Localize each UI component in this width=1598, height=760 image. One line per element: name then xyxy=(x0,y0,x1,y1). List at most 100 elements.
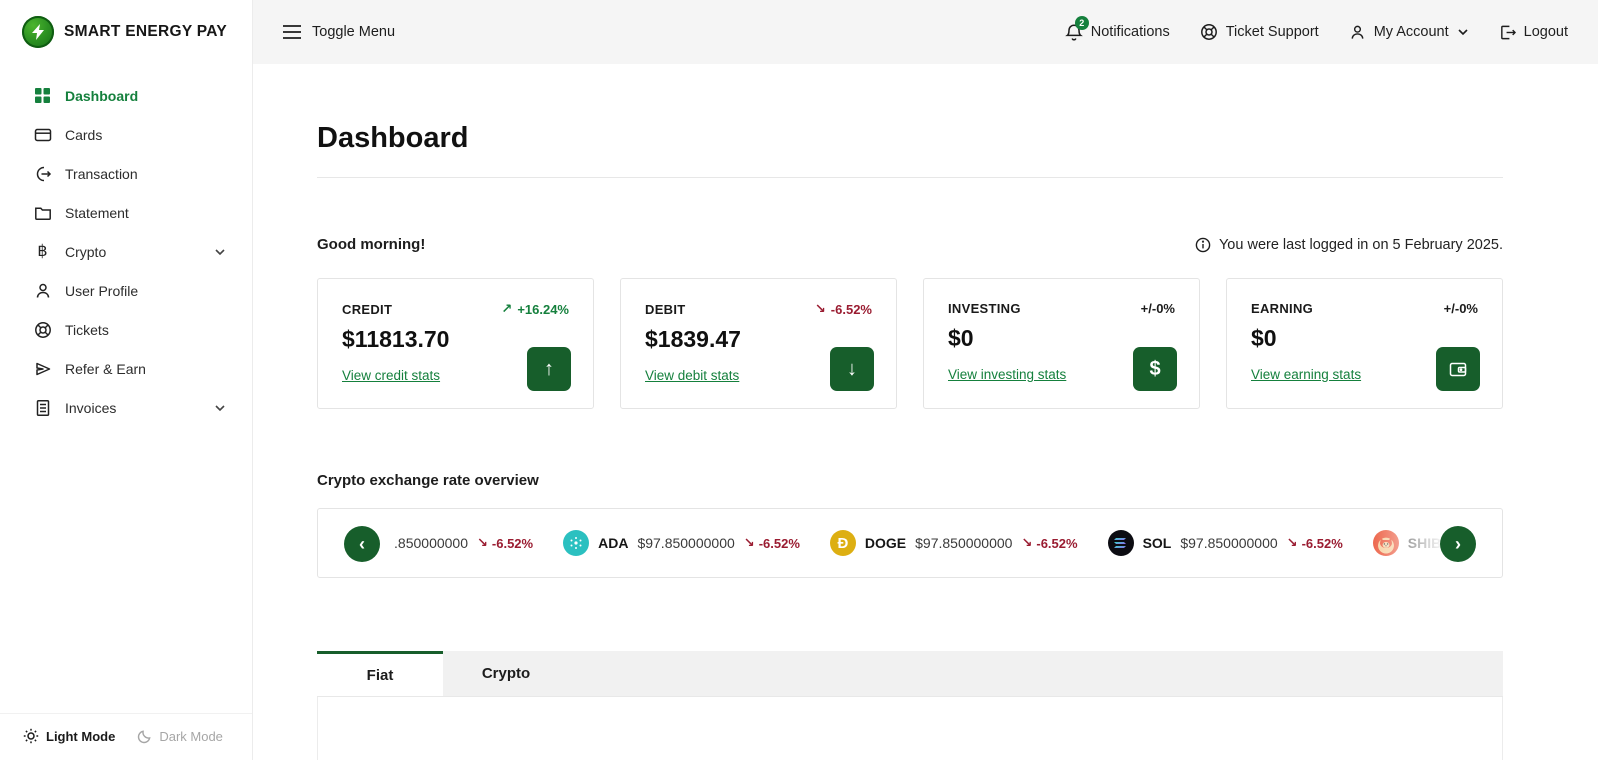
logout-label: Logout xyxy=(1523,24,1568,40)
crypto-ticker-item-ada: ADA $97.850000000 ↘ -6.52% xyxy=(563,530,800,556)
view-credit-stats-link[interactable]: View credit stats xyxy=(342,368,440,383)
debit-action-button[interactable]: ↓ xyxy=(830,347,874,391)
shib-coin-icon xyxy=(1372,530,1399,556)
theme-toggle: Light Mode Dark Mode xyxy=(0,713,252,760)
toggle-menu-button[interactable]: Toggle Menu xyxy=(283,24,395,40)
stat-card-earning: EARNING +/-0% $0 View earning stats xyxy=(1226,278,1503,409)
fiat-tab-panel: USD Account: $10145.83 + Add money Excha… xyxy=(317,697,1503,760)
sidebar-item-dashboard[interactable]: Dashboard xyxy=(0,76,252,115)
crypto-ticker-item-doge: Ɖ DOGE $97.850000000 ↘ -6.52% xyxy=(829,530,1078,556)
last-login-info: You were last logged in on 5 February 20… xyxy=(1195,237,1503,253)
bitcoin-icon: ฿ xyxy=(37,242,48,260)
page-title: Dashboard xyxy=(317,122,469,154)
sidebar: SMART ENERGY PAY Dashboard Cards Transac… xyxy=(0,0,253,760)
stat-label: CREDIT xyxy=(342,301,393,317)
carousel-prev-button[interactable]: ‹ xyxy=(344,526,380,562)
stat-card-credit: CREDIT ↗ +16.24% $11813.70 View credit st… xyxy=(317,278,594,409)
light-mode-toggle[interactable]: Light Mode xyxy=(23,728,115,744)
sun-icon xyxy=(23,728,39,744)
trend-up-icon: ↗ xyxy=(501,301,513,316)
carousel-next-button[interactable]: › xyxy=(1440,526,1476,562)
chevron-down-icon xyxy=(1457,26,1469,38)
trend-down-icon: ↘ xyxy=(743,535,755,550)
invoice-icon xyxy=(33,398,52,417)
folder-icon xyxy=(33,203,52,222)
info-icon xyxy=(1195,237,1211,253)
view-investing-stats-link[interactable]: View investing stats xyxy=(948,367,1066,382)
life-ring-icon xyxy=(33,320,52,339)
doge-coin-icon: Ɖ xyxy=(829,530,856,556)
investing-action-button[interactable]: $ xyxy=(1133,347,1177,391)
ticker-symbol: SHIB xyxy=(1407,535,1442,551)
sidebar-item-label: User Profile xyxy=(65,282,139,299)
light-mode-label: Light Mode xyxy=(46,728,116,744)
earning-action-button[interactable] xyxy=(1436,347,1480,391)
greeting-text: Good morning! xyxy=(317,236,426,253)
ticker-symbol: ADA xyxy=(598,535,629,551)
trend-indicator: +/-0% xyxy=(1443,301,1478,316)
sidebar-item-label: Cards xyxy=(65,126,103,143)
crypto-ticker-item: $97.850000000 ↘-6.52% xyxy=(394,535,533,551)
crypto-carousel: ‹ $97.850000000 ↘-6.52% ADA $97.85000000… xyxy=(317,508,1503,578)
transaction-icon xyxy=(33,164,52,183)
logout-icon xyxy=(1499,24,1516,41)
stat-label: EARNING xyxy=(1251,301,1314,316)
chevron-down-icon xyxy=(214,246,226,258)
notification-badge: 2 xyxy=(1074,15,1089,30)
logout-button[interactable]: Logout xyxy=(1499,24,1568,41)
ticker-change: ↘ -6.52% xyxy=(743,535,800,551)
tab-fiat[interactable]: Fiat xyxy=(317,651,443,696)
stat-card-investing: INVESTING +/-0% $0 View investing stats … xyxy=(923,278,1200,409)
sidebar-item-invoices[interactable]: Invoices xyxy=(0,388,252,427)
ticker-change: ↘ -6.52% xyxy=(477,535,534,551)
crypto-overview-title: Crypto exchange rate overview xyxy=(317,472,539,489)
hamburger-icon xyxy=(283,25,301,39)
credit-action-button[interactable]: ↑ xyxy=(527,347,571,391)
sidebar-item-crypto[interactable]: ฿ Crypto xyxy=(0,232,252,271)
main-content: Dashboard Good morning! You were last lo… xyxy=(253,64,1598,760)
sidebar-item-label: Dashboard xyxy=(65,87,139,104)
trend-down-icon: ↘ xyxy=(814,301,826,316)
trend-indicator: +/-0% xyxy=(1140,301,1175,316)
crypto-ticker-item-sol: SOL $97.850000000 ↘ -6.52% xyxy=(1107,530,1343,556)
ticker-price: $97.850000000 xyxy=(394,535,468,551)
ticket-support-button[interactable]: Ticket Support xyxy=(1200,23,1319,41)
sidebar-item-label: Refer & Earn xyxy=(65,360,146,377)
arrow-down-icon: ↓ xyxy=(847,357,857,380)
wallet-icon xyxy=(1448,359,1468,379)
sidebar-item-statement[interactable]: Statement xyxy=(0,193,252,232)
trend-down-icon: ↘ xyxy=(1286,535,1298,550)
sidebar-item-tickets[interactable]: Tickets xyxy=(0,310,252,349)
my-account-label: My Account xyxy=(1373,24,1449,40)
crypto-ticker-item-shib: SHIB $97.85000000 xyxy=(1372,530,1444,556)
title-divider xyxy=(317,177,1503,178)
tab-crypto[interactable]: Crypto xyxy=(443,651,569,696)
credit-card-icon xyxy=(33,125,52,144)
ticker-price: $97.850000000 xyxy=(1180,535,1278,551)
dark-mode-toggle[interactable]: Dark Mode xyxy=(137,729,223,744)
user-icon xyxy=(33,281,52,300)
sidebar-item-transaction[interactable]: Transaction xyxy=(0,154,252,193)
last-login-text: You were last logged in on 5 February 20… xyxy=(1218,236,1503,253)
dark-mode-label: Dark Mode xyxy=(159,728,223,744)
sidebar-item-cards[interactable]: Cards xyxy=(0,115,252,154)
trend-indicator: ↘ -6.52% xyxy=(814,301,872,317)
carousel-items: $97.850000000 ↘-6.52% ADA $97.850000000 … xyxy=(394,509,1444,577)
sidebar-item-refer-earn[interactable]: Refer & Earn xyxy=(0,349,252,388)
notifications-label: Notifications xyxy=(1090,24,1170,40)
sidebar-item-label: Statement xyxy=(65,204,129,221)
brand-logo-icon xyxy=(22,16,54,48)
dashboard-grid-icon xyxy=(33,86,52,105)
notifications-button[interactable]: 2 Notifications xyxy=(1064,15,1170,42)
arrow-up-icon: ↑ xyxy=(544,357,554,380)
view-debit-stats-link[interactable]: View debit stats xyxy=(645,368,739,383)
tab-bar: Fiat Crypto xyxy=(317,651,1503,697)
stat-label: INVESTING xyxy=(948,301,1021,316)
paper-plane-icon xyxy=(33,359,52,378)
accounts-tabs-block: Fiat Crypto USD Account: $10145.83 + Add… xyxy=(317,651,1503,760)
sidebar-item-user-profile[interactable]: User Profile xyxy=(0,271,252,310)
view-earning-stats-link[interactable]: View earning stats xyxy=(1251,367,1361,382)
dollar-icon: $ xyxy=(1149,357,1161,380)
my-account-menu[interactable]: My Account xyxy=(1349,24,1469,41)
stat-card-debit: DEBIT ↘ -6.52% $1839.47 View debit stats … xyxy=(620,278,897,409)
